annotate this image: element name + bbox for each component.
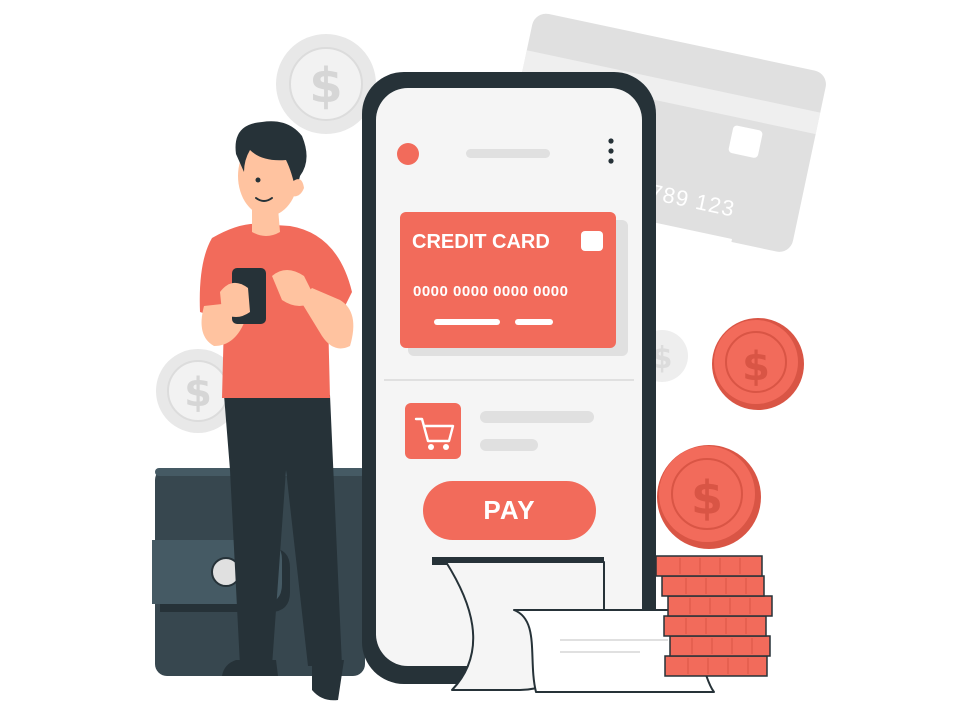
credit-card-number: 0000 0000 0000 0000 (413, 283, 568, 300)
payment-illustration: 789 123 $ $ $ CREDIT CARD 0000 0000 0000… (152, 13, 826, 701)
pay-button-label: PAY (483, 495, 535, 525)
dollar-coin-icon: $ (657, 445, 761, 549)
coin-symbol: $ (742, 344, 770, 390)
item-line (480, 439, 538, 451)
item-line (480, 411, 594, 423)
menu-dots-icon[interactable] (608, 138, 614, 164)
coin-symbol: $ (184, 370, 212, 416)
status-dot (397, 143, 419, 165)
cart-icon[interactable] (405, 403, 461, 459)
coin-symbol: $ (691, 471, 723, 525)
coin-stack (655, 555, 773, 677)
credit-card-title: CREDIT CARD (412, 231, 550, 253)
notch-bar (466, 149, 550, 158)
credit-card[interactable]: CREDIT CARD 0000 0000 0000 0000 (400, 212, 628, 356)
card-chip (581, 231, 603, 251)
pay-button[interactable]: PAY (423, 481, 596, 540)
dollar-coin-icon: $ (276, 34, 376, 134)
dollar-coin-icon: $ (712, 318, 804, 410)
coin-symbol: $ (309, 58, 342, 114)
